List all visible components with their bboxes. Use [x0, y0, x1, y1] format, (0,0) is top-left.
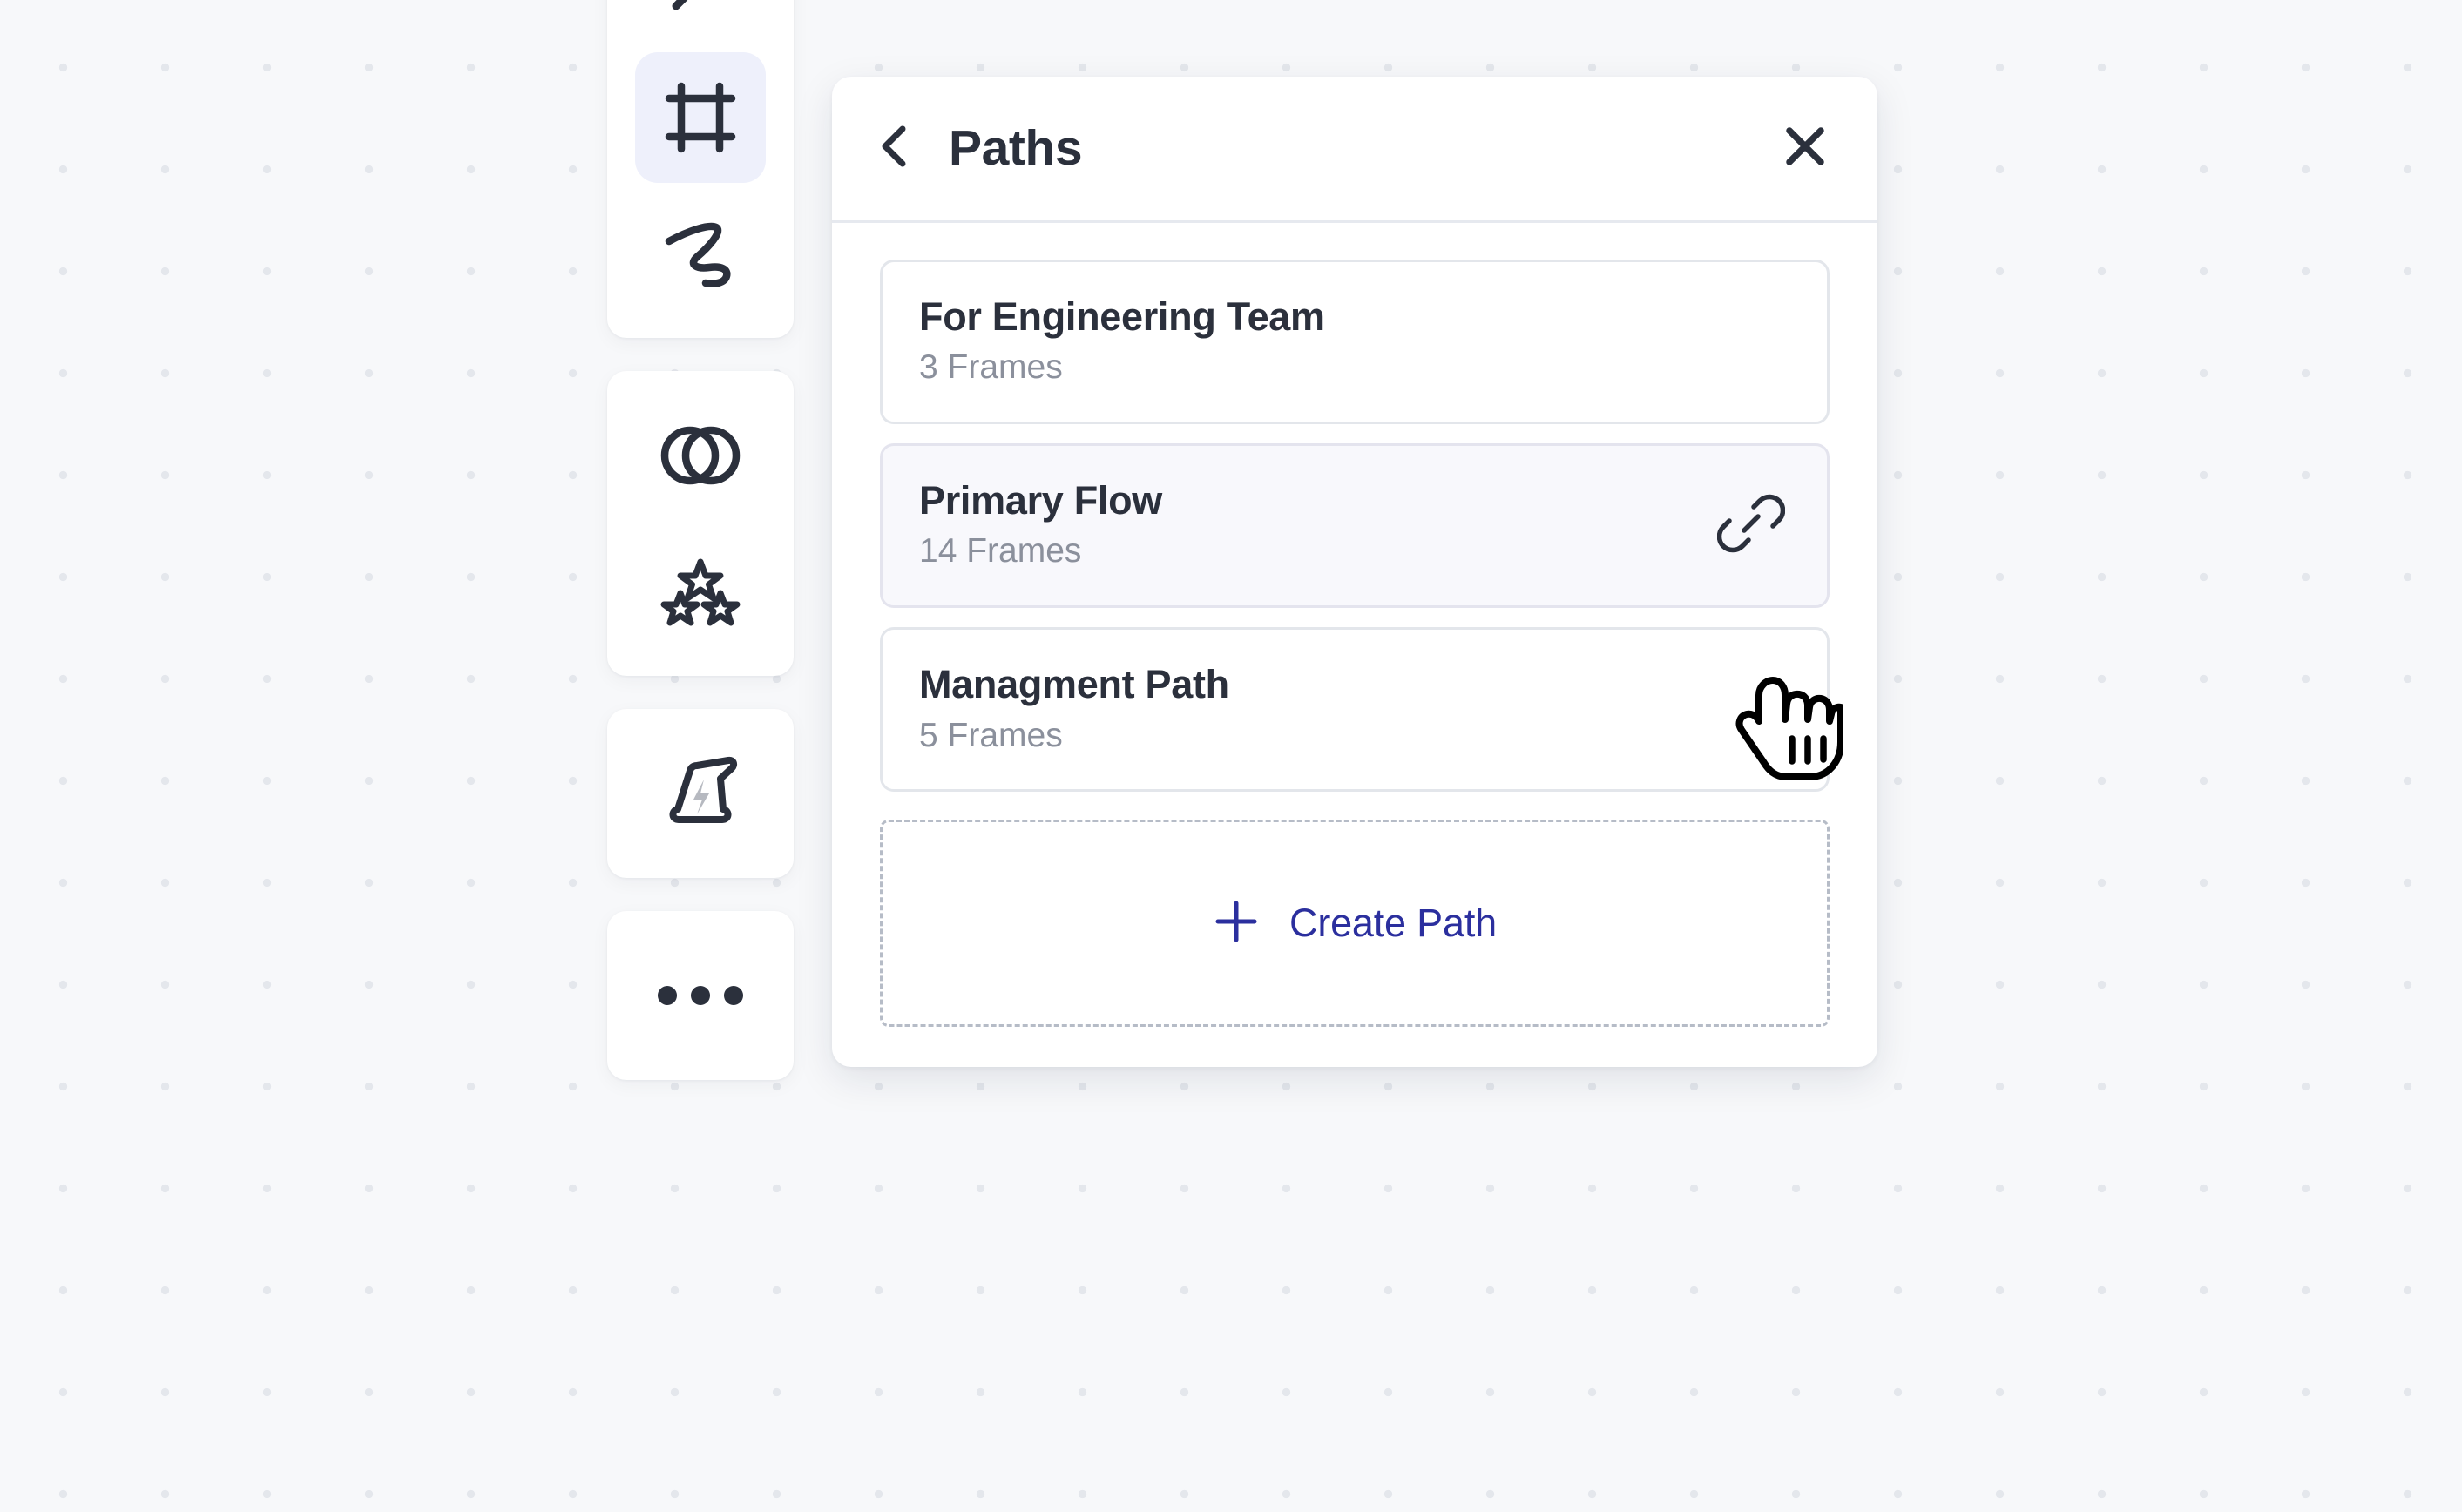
link-icon	[1717, 489, 1785, 562]
plus-icon	[1213, 898, 1260, 949]
toolbar-group-prototype-tools	[607, 709, 794, 878]
path-card-for-engineering-team[interactable]: For Engineering Team 3 Frames	[880, 260, 1830, 424]
tool-button-prototype[interactable]	[635, 728, 766, 859]
chevron-left-icon	[870, 121, 921, 176]
scribble-icon	[659, 212, 742, 295]
path-frame-count: 5 Frames	[919, 717, 1790, 755]
left-toolbar	[607, 0, 794, 1080]
lightning-flag-icon	[659, 752, 742, 835]
path-name: Primary Flow	[919, 479, 1790, 523]
boolean-circles-icon	[659, 414, 742, 497]
tool-button-effects[interactable]	[635, 526, 766, 657]
panel-header: Paths	[832, 77, 1877, 223]
frame-icon	[659, 76, 742, 159]
back-button[interactable]	[863, 117, 928, 181]
close-icon	[1778, 119, 1832, 178]
tool-button-scribble[interactable]	[635, 188, 766, 319]
page-title: Paths	[949, 124, 1773, 173]
path-card-managment-path[interactable]: Managment Path 5 Frames	[880, 627, 1830, 792]
more-horizontal-icon	[658, 986, 743, 1005]
path-name: Managment Path	[919, 663, 1790, 706]
tool-button-more[interactable]	[635, 930, 766, 1061]
path-frame-count: 3 Frames	[919, 348, 1790, 387]
create-path-button[interactable]: Create Path	[880, 820, 1830, 1027]
paths-list: For Engineering Team 3 Frames Primary Fl…	[832, 223, 1877, 1067]
toolbar-group-shape-tools	[607, 371, 794, 676]
three-stars-icon	[659, 550, 742, 633]
copy-link-button[interactable]	[1717, 492, 1785, 560]
toolbar-group-drawing-tools	[607, 0, 794, 338]
tool-button-boolean[interactable]	[635, 390, 766, 521]
tool-button-pen[interactable]	[635, 0, 766, 47]
path-name: For Engineering Team	[919, 295, 1790, 339]
create-path-label: Create Path	[1289, 901, 1497, 946]
paths-panel: Paths For Engineering Team 3 Frames Prim…	[832, 77, 1877, 1067]
path-card-primary-flow[interactable]: Primary Flow 14 Frames	[880, 443, 1830, 608]
path-frame-count: 14 Frames	[919, 532, 1790, 570]
tool-button-frame[interactable]	[635, 52, 766, 183]
toolbar-group-more-tools	[607, 911, 794, 1080]
pen-line-icon	[659, 0, 742, 24]
close-button[interactable]	[1773, 117, 1837, 181]
